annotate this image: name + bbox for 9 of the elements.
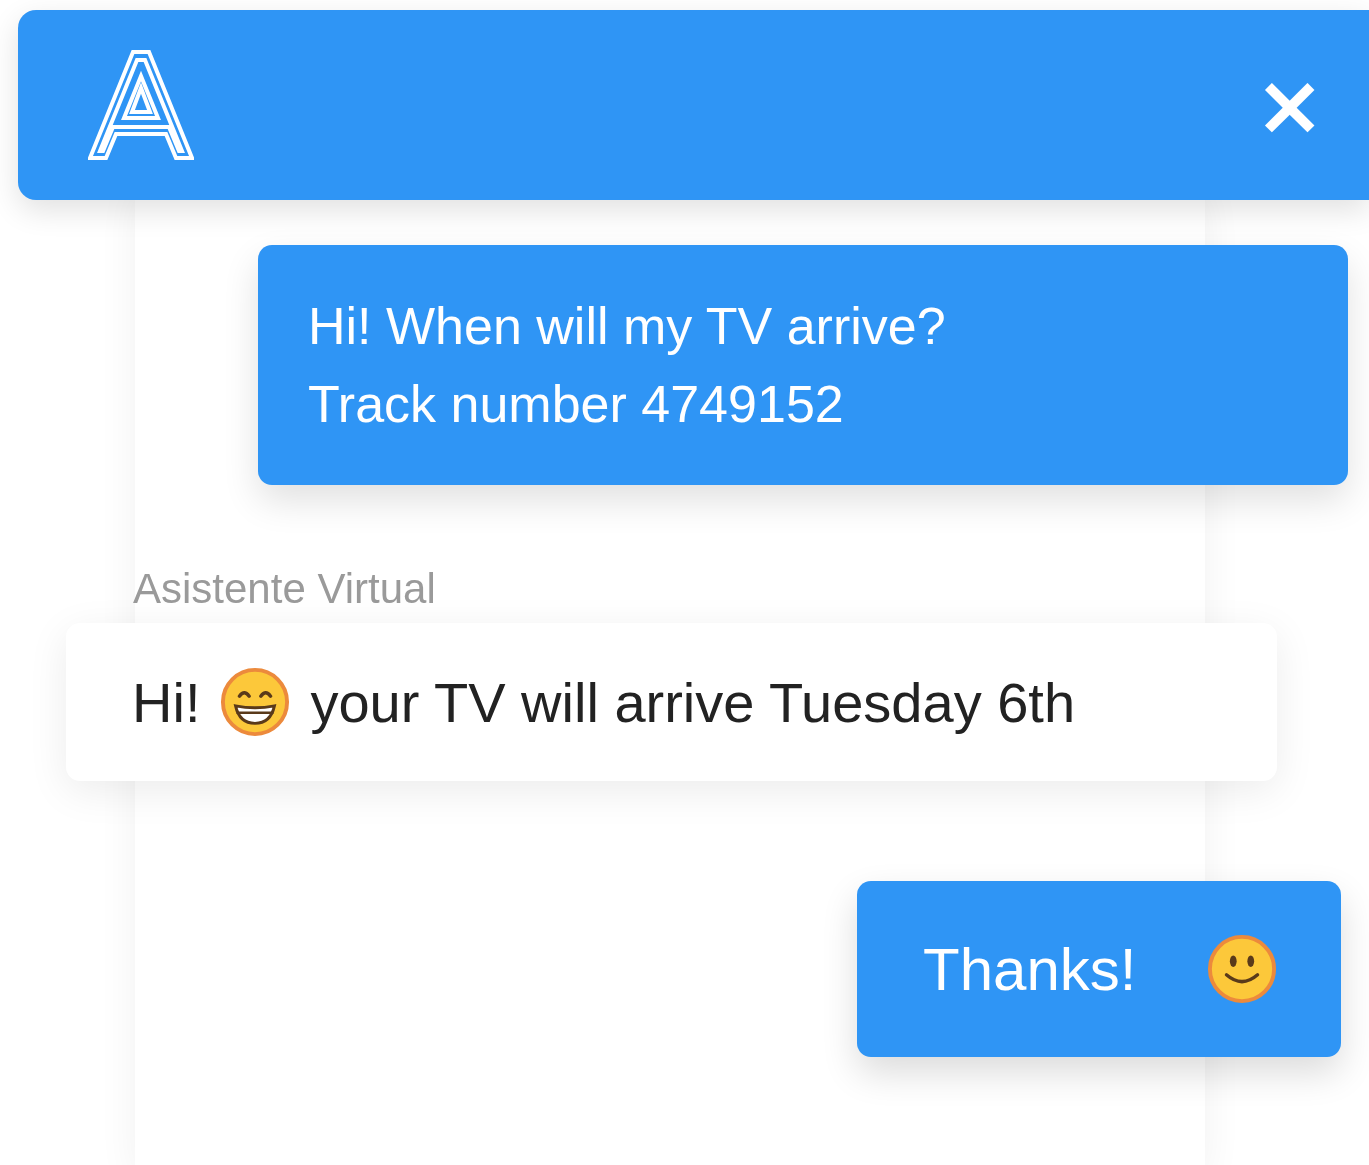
- grinning-face-icon: [220, 667, 291, 737]
- smiling-face-icon: [1207, 934, 1277, 1004]
- message-text: Thanks!: [923, 934, 1137, 1004]
- sender-name: Asistente Virtual: [133, 564, 437, 614]
- logo-icon: [88, 50, 194, 160]
- message-text: your TV will arrive Tuesday 6th: [310, 669, 1076, 735]
- message-bubble: Hi! When will my TV arrive? Track number 4749152: [258, 245, 1348, 485]
- close-button[interactable]: ×: [1254, 63, 1325, 147]
- message-text: Hi!: [132, 669, 201, 735]
